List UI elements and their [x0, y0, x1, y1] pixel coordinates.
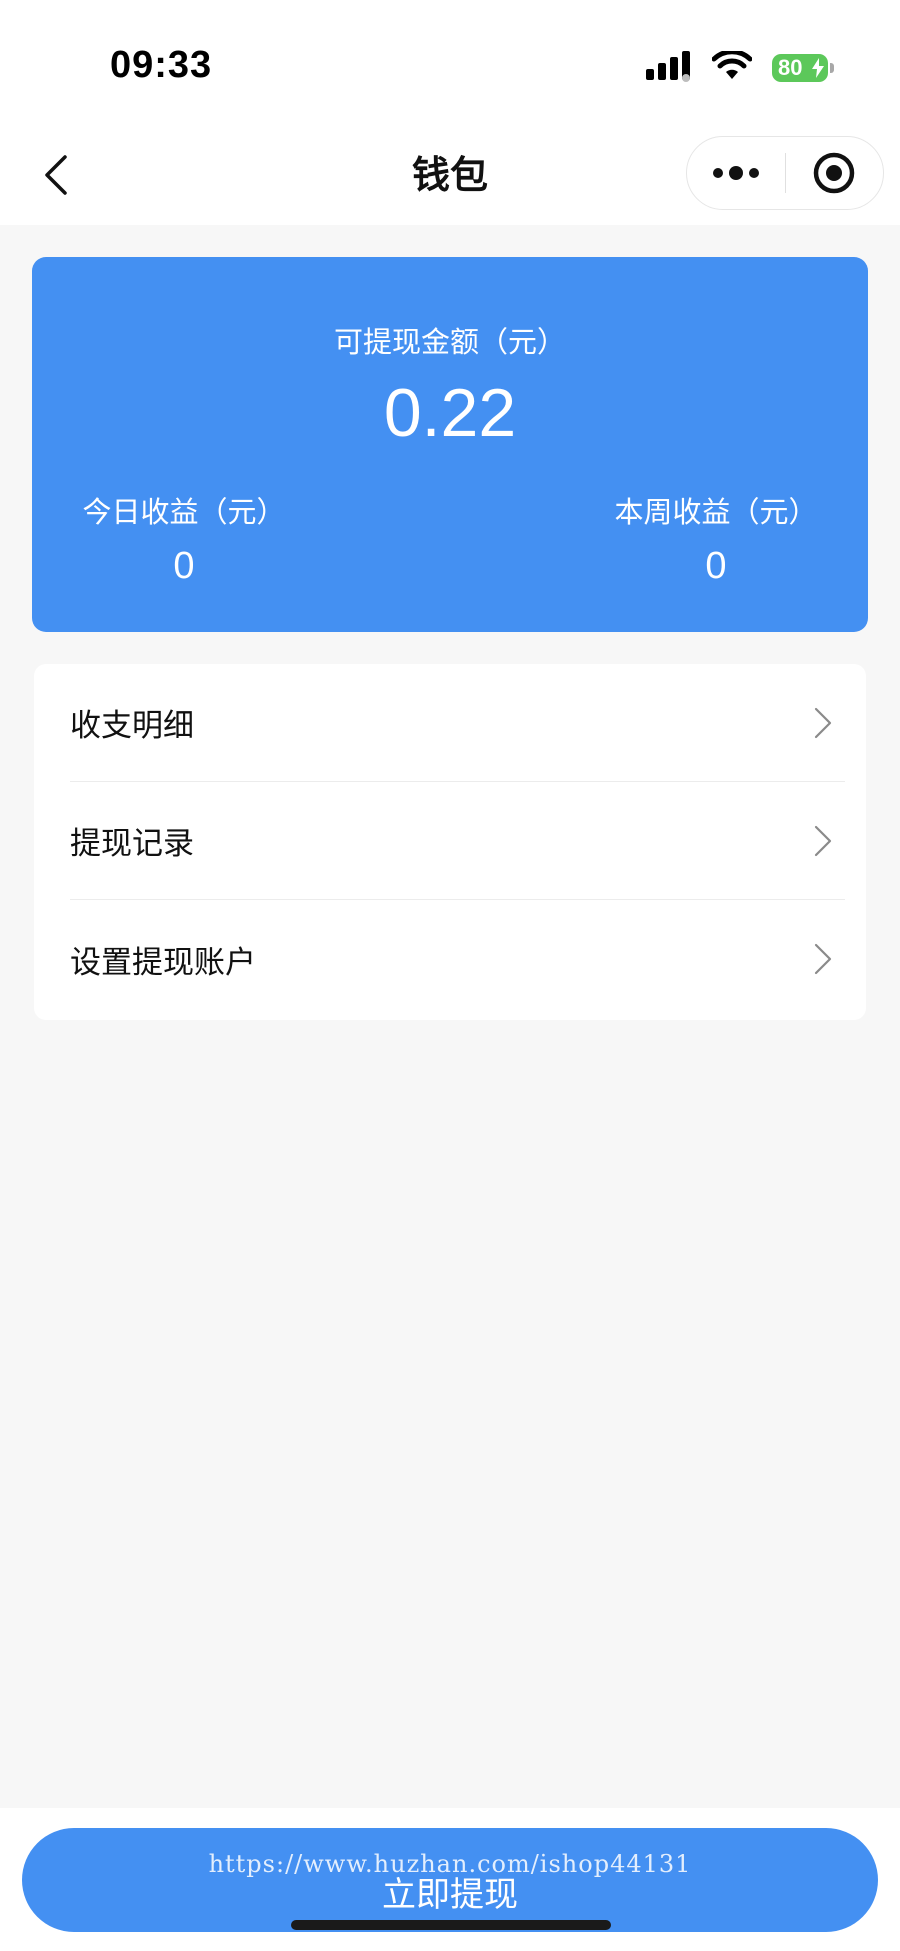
charging-bolt-icon — [812, 58, 824, 78]
mini-program-capsule — [686, 136, 884, 210]
status-icons: 80 — [646, 48, 834, 88]
today-earnings: 今日收益（元） 0 — [64, 489, 304, 588]
menu-item-income-expense[interactable]: 收支明细 — [70, 664, 845, 782]
menu-item-label: 收支明细 — [70, 708, 194, 744]
back-chevron-icon — [45, 155, 67, 195]
status-bar: 09:33 80 — [0, 0, 900, 125]
menu-item-label: 提现记录 — [70, 826, 194, 862]
more-button[interactable] — [687, 137, 785, 209]
today-earnings-label: 今日收益（元） — [82, 495, 286, 529]
home-indicator — [291, 1920, 611, 1930]
record-target-icon — [814, 152, 855, 194]
balance-card: 可提现金额（元） 0.22 今日收益（元） 0 本周收益（元） 0 — [32, 257, 868, 632]
withdrawable-amount: 0.22 — [383, 375, 517, 451]
chevron-right-icon — [813, 824, 833, 858]
week-earnings: 本周收益（元） 0 — [596, 489, 836, 588]
week-earnings-label: 本周收益（元） — [614, 495, 818, 529]
close-program-button[interactable] — [786, 137, 884, 209]
week-earnings-value: 0 — [705, 545, 727, 587]
signal-icon — [646, 50, 692, 86]
battery-cap — [830, 63, 834, 73]
wallet-menu-list: 收支明细 提现记录 设置提现账户 — [34, 664, 866, 1020]
battery-level: 80 — [778, 55, 803, 80]
battery-icon: 80 — [772, 54, 834, 82]
menu-item-label: 设置提现账户 — [70, 944, 256, 981]
menu-item-withdraw-records[interactable]: 提现记录 — [70, 782, 845, 900]
withdraw-now-button[interactable]: 立即提现 — [22, 1828, 878, 1932]
today-earnings-value: 0 — [173, 545, 195, 587]
chevron-right-icon — [813, 706, 833, 740]
wifi-icon — [711, 49, 753, 85]
chevron-right-icon — [813, 942, 833, 976]
nav-bar: 钱包 — [0, 125, 900, 225]
status-time: 09:33 — [110, 44, 213, 86]
withdrawable-label: 可提现金额（元） — [333, 325, 566, 359]
more-dots-icon — [712, 166, 759, 180]
back-button[interactable] — [28, 147, 84, 203]
menu-item-withdraw-account[interactable]: 设置提现账户 — [70, 900, 845, 1018]
